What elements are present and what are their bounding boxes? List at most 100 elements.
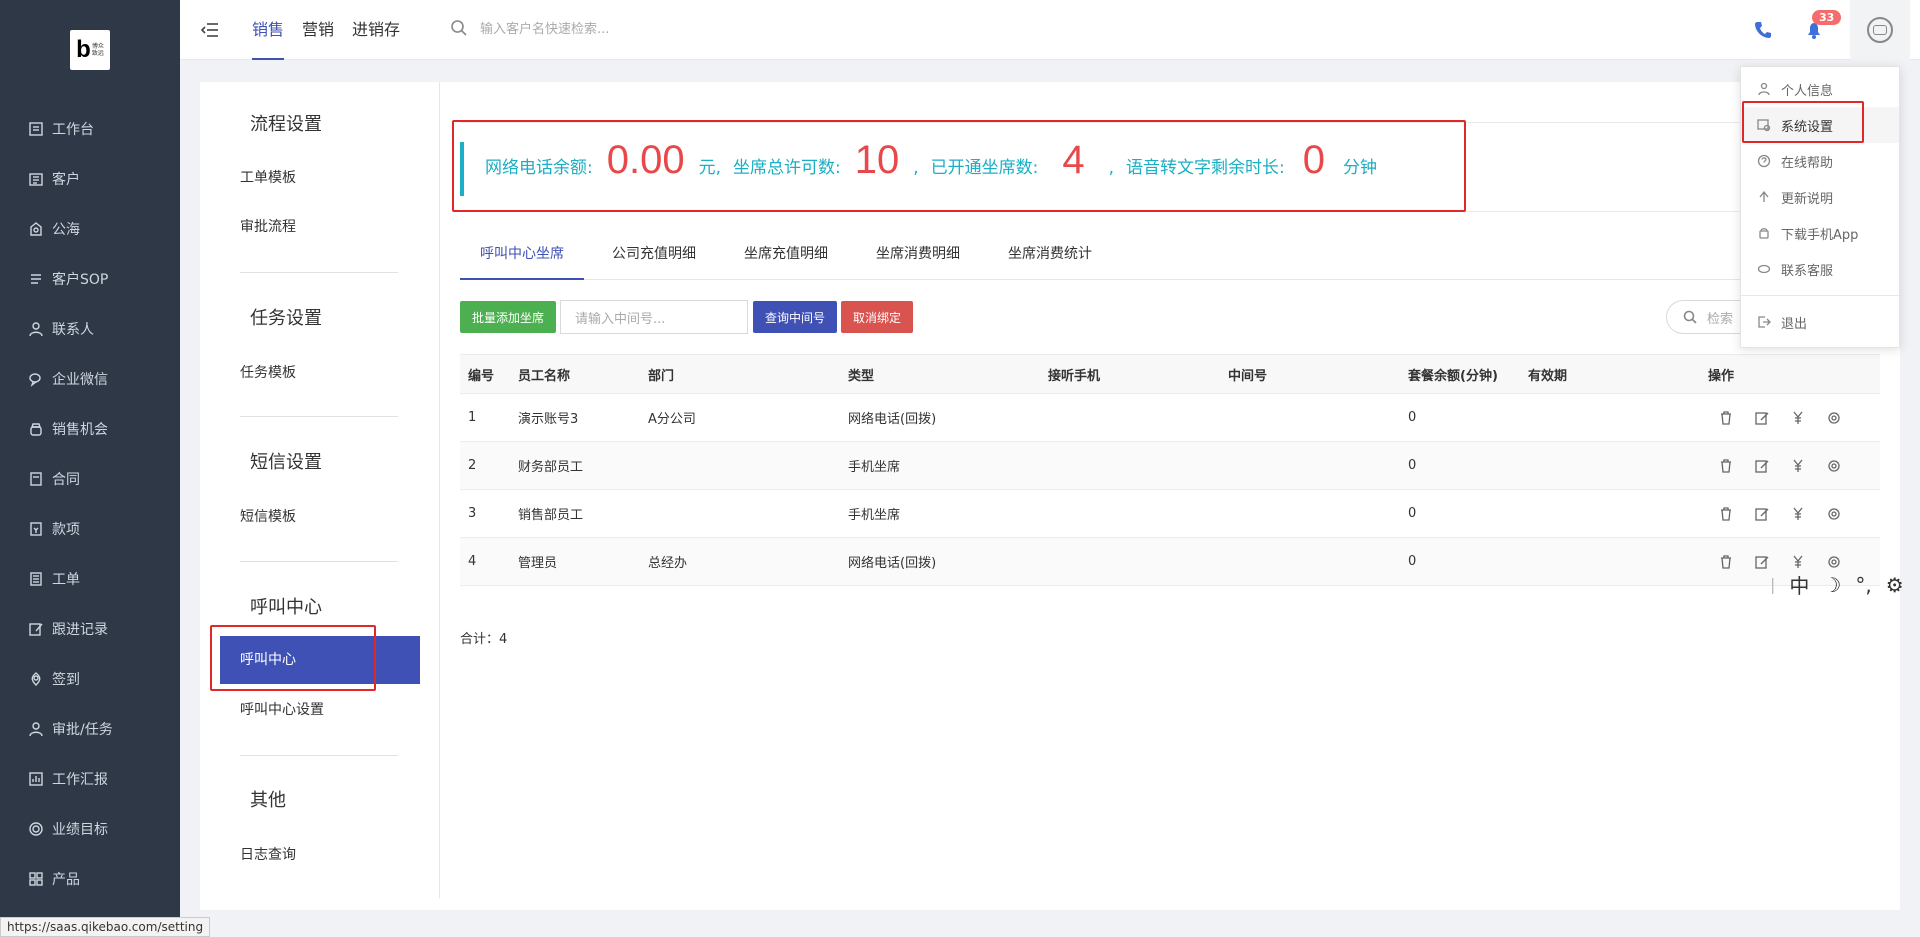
seats-table: 编号 员工名称 部门 类型 接听手机 中间号 套餐余额(分钟) 有效期 操作 1…: [460, 354, 1880, 586]
menu-item-label: 联系客服: [1781, 263, 1834, 279]
customer-search[interactable]: 输入客户名快速检索...: [450, 18, 609, 37]
ime-punctuation[interactable]: °,: [1855, 573, 1871, 597]
header-cell: 套餐余额(分钟): [1408, 368, 1498, 384]
cell-actions: [1700, 410, 1880, 425]
cell-id: 3: [468, 506, 477, 521]
delete-icon[interactable]: [1708, 506, 1744, 521]
sidebar-item-product[interactable]: 产品: [0, 854, 180, 904]
link-task-template[interactable]: 任务模板: [240, 362, 296, 382]
sidebar-item-label: 跟进记录: [52, 622, 108, 638]
sidebar-item-label: 联系人: [52, 322, 94, 338]
divider: [240, 272, 398, 273]
sidebar-item-opportunity[interactable]: 销售机会: [0, 404, 180, 454]
tab-marketing[interactable]: 营销: [302, 0, 334, 60]
tab-seat-consumption-stats[interactable]: 坐席消费统计: [988, 242, 1112, 280]
cell-actions: [1700, 554, 1880, 569]
cell-balance: 0: [1408, 554, 1417, 569]
sidebar-item-workorder[interactable]: 工单: [0, 554, 180, 604]
delete-icon[interactable]: [1708, 554, 1744, 569]
delete-icon[interactable]: [1708, 410, 1744, 425]
followup-icon: [28, 621, 44, 637]
support-icon: [1757, 262, 1771, 276]
sidebar-item-contact[interactable]: 联系人: [0, 304, 180, 354]
header-cell: 类型: [848, 368, 875, 384]
status-url-bar: https://saas.qikebao.com/setting: [0, 917, 211, 937]
workorder-icon: [28, 571, 44, 587]
tab-call-center-seats[interactable]: 呼叫中心坐席: [460, 242, 584, 280]
menu-item-logout[interactable]: 退出: [1741, 304, 1899, 340]
customer-search-input[interactable]: 输入客户名快速检索...: [480, 18, 609, 37]
cell-dept: 总经办: [648, 556, 688, 571]
sidebar-item-contract[interactable]: 合同: [0, 454, 180, 504]
edit-icon[interactable]: [1744, 555, 1780, 569]
edit-icon[interactable]: [1744, 411, 1780, 425]
sidebar-item-checkin[interactable]: 签到: [0, 654, 180, 704]
settings-gear-icon[interactable]: [1816, 459, 1852, 473]
report-icon: [28, 771, 44, 787]
recharge-icon[interactable]: [1780, 411, 1816, 425]
settings-gear-icon[interactable]: [1816, 411, 1852, 425]
sidebar-item-workbench[interactable]: 工作台: [0, 104, 180, 154]
sidebar-item-followup[interactable]: 跟进记录: [0, 604, 180, 654]
section-process-settings: 流程设置: [250, 114, 322, 135]
section-task-settings: 任务设置: [250, 308, 322, 329]
help-icon: [1757, 154, 1771, 168]
cell-type: 手机坐席: [848, 460, 901, 475]
settings-gear-icon[interactable]: [1816, 507, 1852, 521]
middle-number-input[interactable]: 请输入中间号...: [560, 300, 749, 334]
link-call-center-settings[interactable]: 呼叫中心设置: [240, 699, 324, 719]
ime-divider: |: [1770, 575, 1776, 594]
cell-balance: 0: [1408, 458, 1417, 473]
recharge-icon[interactable]: [1780, 459, 1816, 473]
cell-id: 4: [468, 554, 477, 569]
sidebar-item-report[interactable]: 工作汇报: [0, 754, 180, 804]
query-middle-number-button[interactable]: 查询中间号: [753, 301, 838, 333]
tab-company-recharge[interactable]: 公司充值明细: [592, 242, 716, 280]
tab-inventory[interactable]: 进销存: [352, 0, 400, 60]
batch-add-seat-button[interactable]: 批量添加坐席: [460, 301, 557, 333]
menu-item-online-help[interactable]: 在线帮助: [1741, 143, 1899, 179]
sidebar-item-approval[interactable]: 审批/任务: [0, 704, 180, 754]
edit-icon[interactable]: [1744, 459, 1780, 473]
user-icon: [1757, 82, 1771, 96]
sidebar-item-sea[interactable]: 公海: [0, 204, 180, 254]
link-approval-flow[interactable]: 审批流程: [240, 216, 296, 236]
tab-seat-consumption[interactable]: 坐席消费明细: [856, 242, 980, 280]
avatar[interactable]: [1850, 0, 1910, 60]
unbind-button[interactable]: 取消绑定: [841, 301, 914, 333]
edit-icon[interactable]: [1744, 507, 1780, 521]
phone-icon[interactable]: [1753, 20, 1773, 40]
sidebar-item-payment[interactable]: 款项: [0, 504, 180, 554]
contract-icon: [28, 471, 44, 487]
link-workorder-template[interactable]: 工单模板: [240, 167, 296, 187]
menu-item-changelog[interactable]: 更新说明: [1741, 179, 1899, 215]
tab-seat-recharge[interactable]: 坐席充值明细: [724, 242, 848, 280]
sidebar-item-customer[interactable]: 客户: [0, 154, 180, 204]
menu-item-download-app[interactable]: 下载手机App: [1741, 215, 1899, 251]
ime-moon-icon[interactable]: ☽: [1823, 573, 1841, 597]
tab-sales[interactable]: 销售: [252, 0, 285, 60]
header-cell: 接听手机: [1048, 368, 1101, 384]
ime-chinese-mode[interactable]: 中: [1789, 570, 1809, 599]
recharge-icon[interactable]: [1780, 507, 1816, 521]
sidebar-item-sop[interactable]: 客户SOP: [0, 254, 180, 304]
sidebar-item-wechat[interactable]: 企业微信: [0, 354, 180, 404]
sidebar-nav: 工作台 客户 公海 客户SOP 联系人 企业微信 销售机会 合同 款项 工单 跟…: [0, 104, 180, 904]
sidebar-item-label: 签到: [52, 672, 80, 688]
settings-gear-icon[interactable]: [1816, 555, 1852, 569]
sidebar-item-label: 客户: [52, 172, 80, 188]
highlight-box-stats: [452, 120, 1466, 212]
delete-icon[interactable]: [1708, 458, 1744, 473]
logout-icon: [1757, 315, 1771, 329]
menu-item-label: 下载手机App: [1781, 227, 1859, 243]
divider: [240, 416, 398, 417]
logo[interactable]: b 博众 致远: [70, 30, 110, 70]
link-log-query[interactable]: 日志查询: [240, 844, 296, 864]
ime-gear-icon[interactable]: ⚙: [1886, 573, 1904, 597]
menu-item-contact-support[interactable]: 联系客服: [1741, 251, 1899, 287]
header-cell: 有效期: [1528, 368, 1568, 384]
sidebar-item-target[interactable]: 业绩目标: [0, 804, 180, 854]
link-sms-template[interactable]: 短信模板: [240, 506, 296, 526]
menu-toggle-icon[interactable]: [200, 20, 220, 40]
recharge-icon[interactable]: [1780, 555, 1816, 569]
